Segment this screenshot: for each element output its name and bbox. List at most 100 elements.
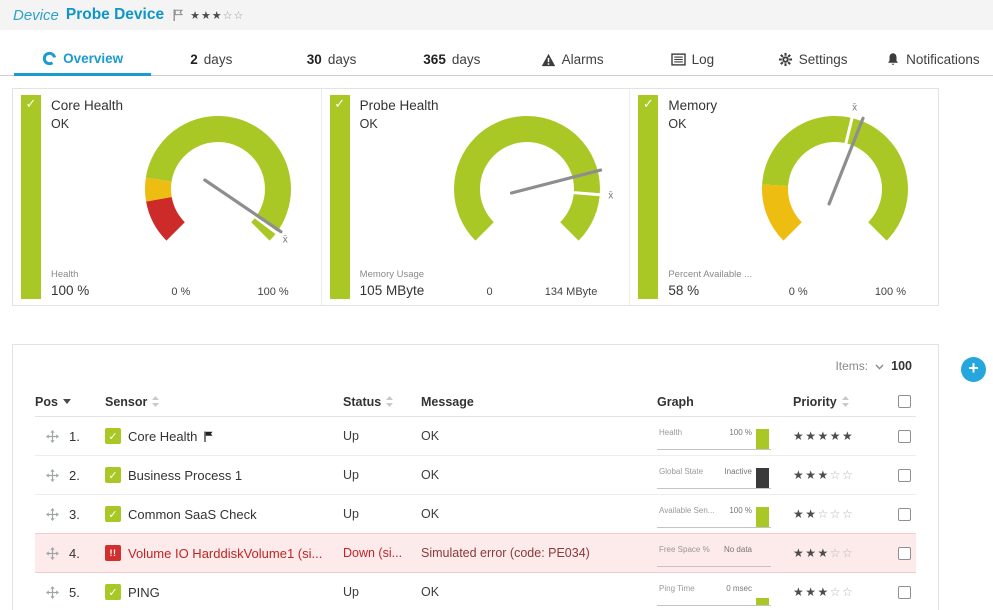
gauge-value: 105 MByte [360,283,487,298]
sensor-row-1[interactable]: 1.✓Core HealthUpOKHealth100 %★★★★★ [35,417,916,456]
sensor-row-3[interactable]: 3.✓Common SaaS CheckUpOKAvailable Sen...… [35,495,916,534]
sensor-table: Items: 100 PosSensorStatusMessageGraphPr… [12,344,939,610]
tab-bar: Overview 2 days 30days365daysAlarms Log Setti… [0,43,993,76]
mini-graph-value: Inactive [724,467,752,476]
items-per-page-dropdown[interactable]: Items: 100 [35,345,916,387]
log-icon [671,53,686,66]
gauge-dial: x̄ [103,105,333,261]
mini-graph[interactable]: Free Space %No data [657,540,771,567]
tab-label: Settings [799,52,848,67]
column-header-pos[interactable]: Pos [35,395,105,409]
column-header-sensor[interactable]: Sensor [105,395,343,409]
gear-icon [778,52,793,67]
sort-desc-icon [63,399,71,404]
column-header-status[interactable]: Status [343,395,421,409]
row-checkbox[interactable] [898,469,911,482]
mini-graph-label: Health [659,428,682,437]
move-handle[interactable] [35,469,69,482]
alarm-icon [541,53,556,67]
tab-log[interactable]: Log [632,43,752,76]
mini-graph-bar [756,507,769,527]
column-label: Status [343,395,381,409]
gauges-panel: ✓Core HealthOKx̄Health100 %0 %100 %✓Prob… [12,88,939,306]
gauge-caption: Memory Usage [360,269,487,280]
mini-graph-value: 0 msec [726,584,752,593]
sort-icon [386,396,393,407]
gauge-core-health[interactable]: ✓Core HealthOKx̄Health100 %0 %100 % [13,89,322,305]
priority-stars[interactable]: ★★☆☆☆ [793,507,877,521]
row-checkbox[interactable] [898,430,911,443]
tab-alarms[interactable]: Alarms [512,43,632,76]
row-checkbox[interactable] [898,508,911,521]
tab-30-days[interactable]: 30days [271,43,391,76]
add-button[interactable]: + [961,357,986,382]
sensor-row-5[interactable]: 5.✓PINGUpOKPing Time0 msec★★★☆☆ [35,573,916,610]
row-checkbox[interactable] [898,547,911,560]
chevron-down-icon [875,359,884,373]
gauge-dial: x̄ [412,105,642,261]
mini-graph[interactable]: Ping Time0 msec [657,579,771,606]
gauge-value: 58 % [668,283,788,298]
check-icon: ✓ [638,96,658,112]
status-color-bar: ✓ [330,95,350,299]
tab-365-days[interactable]: 365days [392,43,512,76]
sensor-state-up-icon: ✓ [105,428,121,444]
column-header-graph: Graph [657,395,793,409]
status-color-bar: ✓ [21,95,41,299]
sensor-row-4[interactable]: 4.!!Volume IO HarddiskVolume1 (si...Down… [35,534,916,573]
sensor-row-2[interactable]: 2.✓Business Process 1UpOKGlobal StateIna… [35,456,916,495]
gauge-max-label: 100 % [875,286,928,298]
sensor-name-link[interactable]: Business Process 1 [128,468,242,483]
move-handle[interactable] [35,430,69,443]
gauge-memory[interactable]: ✓MemoryOKx̄Percent Available ...58 %0 %1… [630,89,938,305]
priority-stars[interactable]: ★★★☆☆ [793,585,877,599]
tab-label: Log [692,52,715,67]
priority-stars[interactable]: ★★★☆☆ [793,468,877,482]
device-name: Probe Device [66,6,164,24]
mini-graph-label: Global State [659,467,703,476]
flag-outline-icon[interactable] [173,9,183,21]
sensor-status: Up [343,429,421,443]
mini-graph-bar [756,429,769,449]
move-handle[interactable] [35,586,69,599]
items-label: Items: [835,359,868,373]
row-position: 2. [69,468,105,483]
row-position: 5. [69,585,105,600]
device-priority-stars[interactable]: ★★★☆☆ [190,9,244,22]
tab-2-days[interactable]: 2 days [151,43,271,76]
gauge-max-label: 134 MByte [545,286,620,298]
gauge-status: OK [668,117,717,131]
mini-graph[interactable]: Available Sen...100 % [657,501,771,528]
column-label: Pos [35,395,58,409]
table-header: PosSensorStatusMessageGraphPriority [35,387,916,417]
tab-settings[interactable]: Settings [753,43,873,76]
table-body: 1.✓Core HealthUpOKHealth100 %★★★★★2.✓Bus… [35,417,916,610]
tab-overview[interactable]: Overview [14,43,151,76]
sensor-message: Simulated error (code: PE034) [421,546,657,560]
bell-icon [886,52,900,67]
move-handle[interactable] [35,508,69,521]
sensor-name-link[interactable]: Volume IO HarddiskVolume1 (si... [128,546,322,561]
mini-graph[interactable]: Health100 % [657,423,771,450]
priority-stars[interactable]: ★★★☆☆ [793,546,877,560]
svg-text:x̄: x̄ [852,102,857,113]
device-type-label: Device [13,7,59,24]
sensor-name-link[interactable]: PING [128,585,160,600]
gauge-min-label: 0 % [171,286,190,298]
sensor-status: Up [343,507,421,521]
gauge-probe-health[interactable]: ✓Probe HealthOKx̄Memory Usage105 MByte01… [322,89,631,305]
mini-graph[interactable]: Global State Inactive [657,462,771,489]
gauge-dial: x̄ [720,105,950,261]
sensor-message: OK [421,585,657,599]
move-handle[interactable] [35,547,69,560]
sensor-name-link[interactable]: Common SaaS Check [128,507,257,522]
row-checkbox[interactable] [898,586,911,599]
overview-icon [42,51,57,66]
tab-notifications[interactable]: Notifications [873,43,993,76]
sensor-name-link[interactable]: Core Health [128,429,197,444]
tab-label: days [204,52,233,67]
select-all-checkbox[interactable] [898,395,911,408]
tab-number: 2 [190,52,198,67]
priority-stars[interactable]: ★★★★★ [793,429,877,443]
column-header-priority[interactable]: Priority [793,395,877,409]
